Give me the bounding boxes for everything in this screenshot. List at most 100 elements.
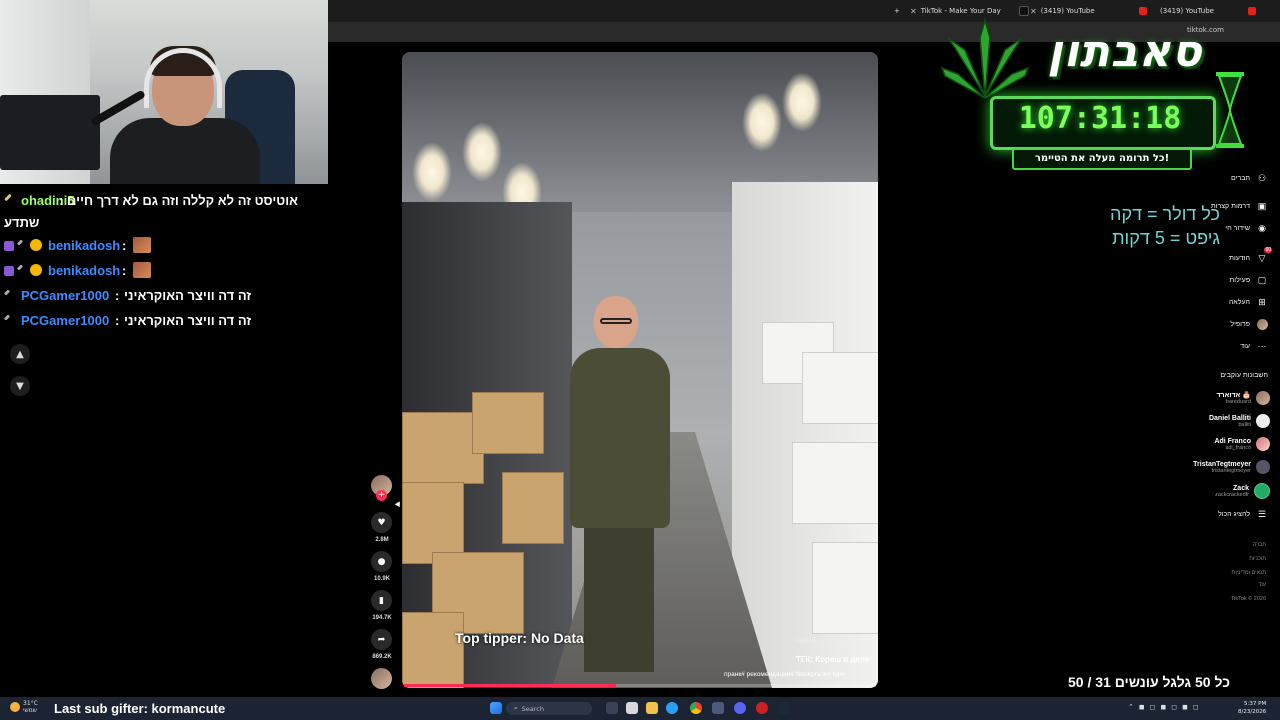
- app-icon[interactable]: [712, 702, 724, 714]
- chat-username[interactable]: benikadosh: [48, 238, 120, 253]
- webcam-streamer-body: [110, 118, 260, 184]
- comment-count: 10.9K: [373, 576, 390, 582]
- comment-icon: ●: [377, 556, 386, 567]
- sidebar-item-label: שידור חי: [1225, 224, 1250, 232]
- chat-message: benikadosh :: [0, 260, 328, 284]
- subathon-logo: סאבתון: [1047, 26, 1203, 77]
- video-box: [402, 612, 464, 688]
- chat-separator: :: [122, 238, 127, 253]
- windows-start-icon[interactable]: [490, 702, 502, 714]
- video-white-box: [812, 542, 878, 634]
- taskbar-clock[interactable]: 5:37 PM 8/23/2026: [1238, 700, 1266, 716]
- save-button[interactable]: ▮: [371, 590, 392, 611]
- tiktok-video[interactable]: [402, 52, 878, 688]
- chat-text: זה דה וויצר האוקראיני: [124, 313, 252, 328]
- sidebar-item-more[interactable]: עוד ⋯: [1240, 340, 1268, 352]
- footer-copyright: TikTok © 2026: [1230, 596, 1266, 602]
- tab-youtube-1[interactable]: ✕ (3419) YouTube: [1030, 3, 1147, 19]
- chat-separator: :: [115, 313, 120, 328]
- followed-account[interactable]: Zack zackcrackedfr: [1215, 483, 1270, 499]
- account-name: Zack: [1233, 484, 1249, 492]
- upload-icon: ⊞: [1258, 296, 1266, 307]
- list-icon: ☰: [1257, 508, 1267, 519]
- system-tray[interactable]: ⌃◼◻◼◻◼◻: [1128, 703, 1204, 711]
- followed-account[interactable]: אדוארד 🎂 bareduard: [1216, 391, 1270, 405]
- chrome-icon[interactable]: [690, 702, 702, 714]
- tab-label: (3419) YouTube: [1160, 7, 1214, 15]
- sidebar-item-live[interactable]: שידור חי ◉: [1225, 222, 1268, 234]
- file-icon[interactable]: [626, 702, 638, 714]
- chevron-down-icon[interactable]: ▼: [10, 376, 30, 396]
- sidebar-item-upload[interactable]: העלאה ⊞: [1229, 296, 1268, 308]
- clock-date: 8/23/2026: [1238, 709, 1267, 715]
- obs-icon[interactable]: [756, 702, 768, 714]
- chat-username[interactable]: benikadosh: [48, 263, 120, 278]
- footer-link[interactable]: תנאים ומדיניות: [1232, 570, 1266, 576]
- followed-account[interactable]: TristanTegtmeyer tristantegtmeyer: [1193, 460, 1270, 474]
- pencil-icon: [3, 289, 11, 296]
- taskbar-search[interactable]: ⌕ Search: [506, 702, 592, 715]
- steam-icon[interactable]: [778, 702, 790, 714]
- avatar: [1254, 483, 1270, 499]
- drama-icon: ▣: [1257, 200, 1267, 211]
- chat-separator: :: [59, 193, 64, 208]
- sound-avatar[interactable]: [371, 668, 392, 689]
- heart-icon: ♥: [377, 517, 386, 528]
- chat-username[interactable]: PCGamer1000: [21, 288, 109, 303]
- task-view-icon[interactable]: [606, 702, 618, 714]
- followed-account[interactable]: Daniel Balliti balliti: [1209, 414, 1270, 428]
- video-hashtags[interactable]: пранк# рекомендации# tiktokprank# fyp#: [724, 671, 845, 678]
- bookmark-icon: ▮: [379, 595, 384, 606]
- chat-text: אוטיסט זה לא קללה וזה גם לא דרך חיים :: [59, 193, 298, 208]
- top-tipper-overlay: Top tipper: No Data: [455, 630, 584, 646]
- sidebar-item-label: פרופיל: [1230, 320, 1250, 328]
- last-sub-gifter: Last sub gifter: kormancute: [54, 701, 226, 716]
- clock-time: 5:37 PM: [1244, 701, 1267, 707]
- sidebar-item-messages[interactable]: הודעות ▽ 60: [1229, 247, 1272, 264]
- chat-username[interactable]: PCGamer1000: [21, 313, 109, 328]
- followed-account[interactable]: Adi Franco adi_franco: [1214, 437, 1270, 451]
- sidebar-item-friends[interactable]: חברים ⚇: [1231, 172, 1268, 184]
- tab-tiktok[interactable]: ✕ TikTok - Make Your Day: [910, 3, 1029, 19]
- like-count: 2.8M: [375, 537, 389, 543]
- video-box: [472, 392, 544, 454]
- tiktok-icon: [1018, 6, 1029, 16]
- file-explorer-icon[interactable]: [646, 702, 658, 714]
- cannabis-leaf-icon: [940, 18, 1030, 99]
- sidebar-item-profile[interactable]: פרופיל: [1230, 318, 1268, 330]
- activity-icon: ▢: [1257, 274, 1267, 285]
- sidebar-item-activity[interactable]: פעילות ▢: [1229, 274, 1268, 286]
- footer-link[interactable]: חברה: [1253, 542, 1266, 548]
- edge-icon[interactable]: [666, 702, 678, 714]
- pencil-icon: [16, 264, 24, 271]
- new-tab-button[interactable]: +: [894, 3, 900, 19]
- friends-icon: ⚇: [1257, 172, 1267, 183]
- chevron-up-icon[interactable]: ▲: [10, 344, 30, 364]
- discord-icon[interactable]: [734, 702, 746, 714]
- account-handle: tristantegtmeyer: [1211, 467, 1251, 474]
- tab-label: (3419) YouTube: [1040, 7, 1095, 15]
- sidebar-item-label: פעילות: [1229, 276, 1250, 284]
- avatar: [1256, 391, 1270, 405]
- weather-widget[interactable]: 31°C שמשי: [10, 700, 38, 714]
- account-name: Daniel Balliti: [1208, 414, 1251, 422]
- hourglass-icon: [1216, 72, 1244, 148]
- close-tab-icon[interactable]: ✕: [910, 7, 917, 16]
- follow-plus-icon[interactable]: +: [376, 490, 387, 501]
- video-title: ТГК: Кореш в деле: [796, 655, 870, 664]
- chat-separator: :: [122, 263, 127, 278]
- tab-youtube-2[interactable]: (3419) YouTube: [1160, 3, 1256, 19]
- webcam-monitor: [0, 95, 100, 170]
- comment-button[interactable]: ●: [371, 551, 392, 572]
- share-count: 869.2K: [372, 654, 392, 660]
- notification-badge: 60: [1264, 247, 1272, 253]
- close-tab-icon[interactable]: ✕: [1030, 7, 1037, 16]
- footer-link[interactable]: עוד: [1258, 582, 1266, 588]
- account-handle: zackcrackedfr: [1215, 491, 1249, 498]
- sidebar-item-label: הודעות: [1229, 254, 1250, 262]
- footer-link[interactable]: תוכניות: [1249, 556, 1266, 562]
- like-button[interactable]: ♥: [371, 512, 392, 533]
- show-all-link[interactable]: להציג הכול ☰: [1218, 508, 1268, 520]
- emote-image: [133, 262, 151, 278]
- share-button[interactable]: ➦: [371, 629, 392, 650]
